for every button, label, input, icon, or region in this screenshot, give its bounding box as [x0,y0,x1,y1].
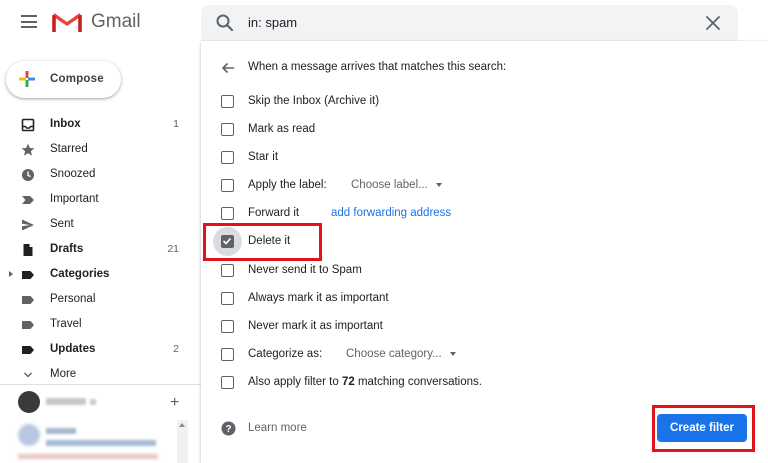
sidebar-item-important[interactable]: Important [0,187,201,212]
help-icon[interactable]: ? [221,421,236,436]
back-arrow-icon[interactable] [221,61,235,75]
search-icon[interactable] [215,13,235,33]
checkbox[interactable] [221,95,234,108]
sidebar-item-travel[interactable]: Travel [0,312,201,337]
gmail-logo-icon[interactable] [52,11,82,34]
label-icon [22,321,34,329]
search-input[interactable]: in: spam [248,15,297,30]
dropdown-value: Choose label... [351,179,428,191]
option-label: Always mark it as important [248,292,389,304]
sidebar-item-label: Travel [50,318,82,330]
highlight-box-delete [203,223,322,261]
hangouts-contact-blurred[interactable] [18,424,173,459]
also-apply-suffix: matching conversations. [354,376,482,388]
chevron-down-icon [23,372,33,378]
checkbox[interactable] [221,292,234,305]
sidebar-item-label: Snoozed [50,168,96,180]
sidebar-item-label: More [50,368,77,380]
expand-caret-icon[interactable] [9,271,13,277]
checkbox[interactable] [221,207,234,220]
label-icon [22,271,34,279]
add-forwarding-link[interactable]: add forwarding address [331,207,451,219]
dropdown-arrow-icon [435,182,442,187]
search-bar[interactable]: in: spam [201,5,738,41]
label-icon [22,346,34,354]
learn-more-link[interactable]: Learn more [248,422,307,434]
app-name: Gmail [91,11,141,32]
sidebar-item-personal[interactable]: Personal [0,287,201,312]
checkbox[interactable] [221,151,234,164]
option-label: Also apply filter to 72 matching convers… [248,376,482,388]
important-icon [22,196,34,204]
hangouts-username-blurred [46,398,86,405]
sidebar-scrollbar[interactable] [177,420,188,463]
option-label: Apply the label: [248,179,327,191]
add-hangout-button[interactable]: + [170,394,179,412]
checkbox[interactable] [221,123,234,136]
option-label: Forward it [248,207,300,219]
avatar[interactable] [18,391,40,413]
draft-count: 21 [167,243,179,255]
sidebar-item-label: Categories [50,268,110,280]
matching-count: 72 [341,376,355,388]
dropdown-value: Choose category... [346,348,442,360]
option-label: Star it [248,151,279,163]
sidebar-item-updates[interactable]: Updates 2 [0,337,201,362]
also-apply-prefix: Also apply filter to [248,376,342,388]
sidebar-item-label: Updates [50,343,96,355]
option-label: Never send it to Spam [248,264,362,276]
unread-count: 1 [173,118,179,130]
sidebar-item-drafts[interactable]: Drafts 21 [0,237,201,262]
send-icon [22,219,34,231]
label-icon [22,296,34,304]
sidebar-item-label: Drafts [50,243,84,255]
clock-icon [22,169,34,181]
checkbox[interactable] [221,376,234,389]
unread-count: 2 [173,343,179,355]
sidebar-item-sent[interactable]: Sent [0,212,201,237]
compose-label: Compose [50,73,104,85]
sidebar-item-label: Inbox [50,118,81,130]
option-label: Skip the Inbox (Archive it) [248,95,380,107]
checkbox[interactable] [221,179,234,192]
sidebar-nav: Inbox 1 Starred Snoozed Important Sent D… [0,112,201,387]
sidebar-item-label: Important [50,193,99,205]
filter-dialog: When a message arrives that matches this… [201,41,768,463]
choose-label-dropdown[interactable]: Choose label... [351,179,442,191]
close-icon[interactable] [704,14,722,32]
sidebar-item-starred[interactable]: Starred [0,137,201,162]
option-label: Never mark it as important [248,320,383,332]
sidebar-item-label: Starred [50,143,88,155]
compose-button[interactable]: Compose [6,61,121,98]
checkbox[interactable] [221,348,234,361]
svg-text:?: ? [225,424,231,435]
dialog-header-text: When a message arrives that matches this… [248,61,507,73]
sidebar-divider [0,384,201,385]
inbox-icon [21,118,35,132]
sidebar-item-snoozed[interactable]: Snoozed [0,162,201,187]
status-dropdown-icon[interactable] [90,399,96,405]
sidebar: Compose Inbox 1 Starred Snoozed Importan… [0,46,201,463]
checkbox[interactable] [221,264,234,277]
plus-icon [19,71,35,87]
sidebar-item-inbox[interactable]: Inbox 1 [0,112,201,137]
hangouts-user[interactable] [18,391,178,413]
star-icon [21,143,35,156]
option-label: Mark as read [248,123,316,135]
choose-category-dropdown[interactable]: Choose category... [346,348,456,360]
main-menu-icon[interactable] [21,15,37,28]
option-label: Categorize as: [248,348,323,360]
sidebar-item-label: Personal [50,293,96,305]
highlight-box-create-filter [652,405,755,452]
draft-icon [23,244,33,256]
sidebar-item-label: Sent [50,218,74,230]
top-bar: Gmail in: spam [0,0,768,46]
dropdown-arrow-icon [449,351,456,356]
sidebar-item-categories[interactable]: Categories [0,262,201,287]
checkbox[interactable] [221,320,234,333]
